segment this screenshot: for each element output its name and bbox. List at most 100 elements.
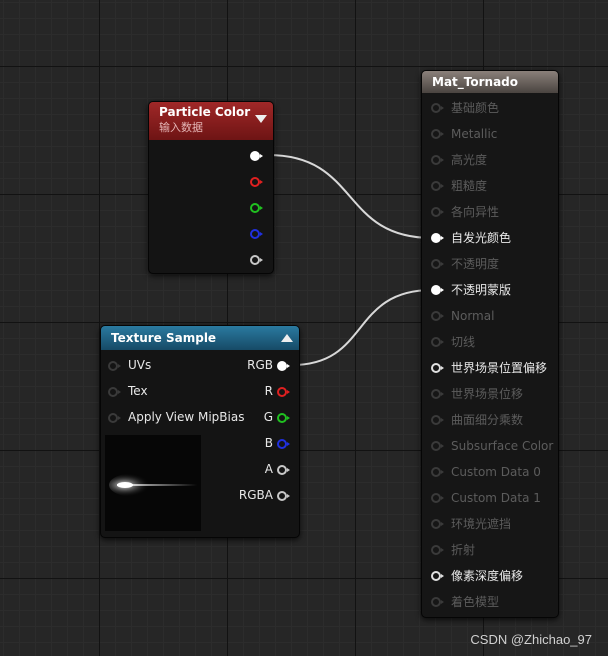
pin-circle-icon <box>431 493 441 503</box>
texture-input-pin-1[interactable] <box>108 387 121 397</box>
material-input-pin-11[interactable] <box>431 389 444 399</box>
pin-arrow-icon <box>441 443 444 448</box>
material-input-pin-18[interactable] <box>431 571 444 581</box>
pin-arrow-icon <box>118 389 121 394</box>
texture-sample-title: Texture Sample <box>111 331 217 345</box>
texture-input-label: Apply View MipBias <box>128 410 245 424</box>
texture-sample-node[interactable]: Texture Sample UVs Tex Apply View MipBias … <box>100 325 300 538</box>
texture-output-label: G <box>263 410 273 424</box>
material-input-label: Custom Data 0 <box>451 465 541 479</box>
material-input-pin-12[interactable] <box>431 415 444 425</box>
pin-arrow-icon <box>260 205 263 210</box>
material-input-pin-17[interactable] <box>431 545 444 555</box>
texture-input-pin-0[interactable] <box>108 361 121 371</box>
pin-arrow-icon <box>441 183 444 188</box>
material-input-pin-5[interactable] <box>431 233 444 243</box>
material-input-pin-0[interactable] <box>431 103 444 113</box>
pin-arrow-icon <box>441 417 444 422</box>
material-input-pin-16[interactable] <box>431 519 444 529</box>
wire-particle-to-emissive[interactable] <box>267 154 433 239</box>
texture-output-label: B <box>264 436 273 450</box>
pin-circle-icon <box>108 413 118 423</box>
pin-circle-icon <box>431 545 441 555</box>
texture-output-pin-2[interactable] <box>277 413 290 423</box>
pin-circle-icon <box>277 387 287 397</box>
texture-input-label: UVs <box>128 358 152 372</box>
texture-output-label: A <box>264 462 273 476</box>
material-input-pin-4[interactable] <box>431 207 444 217</box>
pin-circle-icon <box>277 413 287 423</box>
particle-output-pin-2[interactable] <box>250 203 263 213</box>
pin-circle-icon <box>108 387 118 397</box>
watermark: CSDN @Zhichao_97 <box>470 632 592 647</box>
pin-circle-icon <box>431 571 441 581</box>
material-input-pin-9[interactable] <box>431 337 444 347</box>
pin-circle-icon <box>431 181 441 191</box>
pin-arrow-icon <box>260 153 263 158</box>
material-input-pin-1[interactable] <box>431 129 444 139</box>
particle-output-pin-1[interactable] <box>250 177 263 187</box>
material-input-pin-8[interactable] <box>431 311 444 321</box>
pin-arrow-icon <box>441 209 444 214</box>
pin-circle-icon <box>277 361 287 371</box>
texture-sample-header[interactable]: Texture Sample <box>101 326 299 350</box>
pin-arrow-icon <box>260 257 263 262</box>
pin-arrow-icon <box>441 339 444 344</box>
pin-arrow-icon <box>287 389 290 394</box>
pin-circle-icon <box>250 229 260 239</box>
pin-arrow-icon <box>118 363 121 368</box>
collapse-arrow-icon[interactable] <box>255 115 267 123</box>
particle-output-pin-4[interactable] <box>250 255 263 265</box>
texture-output-pin-3[interactable] <box>277 439 290 449</box>
pin-circle-icon <box>431 467 441 477</box>
material-input-pin-7[interactable] <box>431 285 444 295</box>
texture-preview <box>105 435 201 531</box>
material-input-pin-6[interactable] <box>431 259 444 269</box>
particle-color-title: Particle Color <box>159 105 251 119</box>
material-input-label: 粗糙度 <box>451 179 488 193</box>
pin-arrow-icon <box>118 415 121 420</box>
texture-input-pin-2[interactable] <box>108 413 121 423</box>
pin-arrow-icon <box>287 467 290 472</box>
material-input-pin-14[interactable] <box>431 467 444 477</box>
collapse-arrow-icon[interactable] <box>281 334 293 342</box>
texture-output-pin-4[interactable] <box>277 465 290 475</box>
pin-arrow-icon <box>287 415 290 420</box>
pin-circle-icon <box>250 151 260 161</box>
pin-arrow-icon <box>441 495 444 500</box>
material-input-pin-2[interactable] <box>431 155 444 165</box>
material-input-pin-13[interactable] <box>431 441 444 451</box>
texture-output-label: RGBA <box>238 488 273 502</box>
material-result-node[interactable]: Mat_Tornado 基础颜色 Metallic 高光度 粗糙度 各向异性 自发光颜色不… <box>421 70 559 618</box>
particle-output-pin-0[interactable] <box>250 151 263 161</box>
texture-output-pin-0[interactable] <box>277 361 290 371</box>
material-input-pin-15[interactable] <box>431 493 444 503</box>
particle-color-node[interactable]: Particle Color 输入数据 <box>148 101 274 274</box>
texture-output-pin-1[interactable] <box>277 387 290 397</box>
pin-circle-icon <box>250 255 260 265</box>
material-input-pin-3[interactable] <box>431 181 444 191</box>
pin-circle-icon <box>431 519 441 529</box>
pin-circle-icon <box>431 597 441 607</box>
wire-rgb-to-opacity-mask[interactable] <box>291 289 433 366</box>
pin-circle-icon <box>431 207 441 217</box>
pin-circle-icon <box>277 491 287 501</box>
material-input-label: 着色模型 <box>451 595 500 609</box>
material-input-label: 各向异性 <box>451 205 500 219</box>
material-result-header[interactable]: Mat_Tornado <box>422 71 558 93</box>
pin-circle-icon <box>431 415 441 425</box>
texture-output-pin-5[interactable] <box>277 491 290 501</box>
pin-circle-icon <box>431 155 441 165</box>
material-input-pin-19[interactable] <box>431 597 444 607</box>
pin-arrow-icon <box>441 599 444 604</box>
material-input-pin-10[interactable] <box>431 363 444 373</box>
particle-color-header[interactable]: Particle Color 输入数据 <box>149 102 273 140</box>
pin-circle-icon <box>250 177 260 187</box>
particle-output-pin-3[interactable] <box>250 229 263 239</box>
texture-output-label: R <box>264 384 273 398</box>
material-input-label: Metallic <box>451 127 498 141</box>
pin-arrow-icon <box>287 493 290 498</box>
material-input-label: 高光度 <box>451 153 488 167</box>
pin-arrow-icon <box>441 365 444 370</box>
pin-arrow-icon <box>441 521 444 526</box>
